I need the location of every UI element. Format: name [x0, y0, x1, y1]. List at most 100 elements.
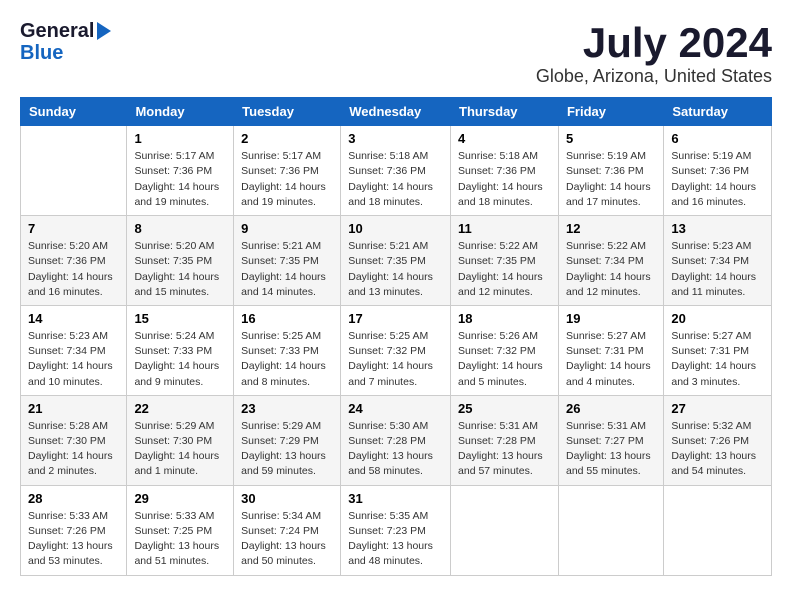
day-number: 28 — [28, 491, 119, 506]
day-number: 1 — [134, 131, 226, 146]
calendar-cell: 21 Sunrise: 5:28 AM Sunset: 7:30 PM Dayli… — [21, 395, 127, 485]
day-number: 12 — [566, 221, 656, 236]
day-number: 16 — [241, 311, 333, 326]
calendar-cell: 12Sunrise: 5:22 AM Sunset: 7:34 PM Dayli… — [558, 216, 663, 306]
day-number: 26 — [566, 401, 656, 416]
calendar-cell — [451, 485, 559, 575]
day-info: Sunrise: 5:17 AM Sunset: 7:36 PM Dayligh… — [241, 149, 333, 210]
day-info: Sunrise: 5:31 AM Sunset: 7:28 PM Dayligh… — [458, 419, 551, 480]
calendar-cell: 14 Sunrise: 5:23 AM Sunset: 7:34 PM Dayli… — [21, 305, 127, 395]
calendar-cell: 16Sunrise: 5:25 AM Sunset: 7:33 PM Dayli… — [234, 305, 341, 395]
day-info: Sunrise: 5:19 AM Sunset: 7:36 PM Dayligh… — [566, 149, 656, 210]
day-number: 5 — [566, 131, 656, 146]
day-number: 7 — [28, 221, 119, 236]
calendar-cell: 17Sunrise: 5:25 AM Sunset: 7:32 PM Dayli… — [341, 305, 451, 395]
day-number: 11 — [458, 221, 551, 236]
day-number: 29 — [134, 491, 226, 506]
day-number: 25 — [458, 401, 551, 416]
day-info: Sunrise: 5:23 AM Sunset: 7:34 PM Dayligh… — [671, 239, 764, 300]
calendar-cell: 25 Sunrise: 5:31 AM Sunset: 7:28 PM Dayli… — [451, 395, 559, 485]
day-info: Sunrise: 5:26 AM Sunset: 7:32 PM Dayligh… — [458, 329, 551, 390]
logo: General Blue — [20, 20, 111, 64]
calendar-cell: 27 Sunrise: 5:32 AM Sunset: 7:26 PM Dayli… — [664, 395, 772, 485]
day-info: Sunrise: 5:17 AM Sunset: 7:36 PM Dayligh… — [134, 149, 226, 210]
day-info: Sunrise: 5:34 AM Sunset: 7:24 PM Dayligh… — [241, 509, 333, 570]
calendar-cell: 29 Sunrise: 5:33 AM Sunset: 7:25 PM Dayli… — [127, 485, 234, 575]
day-info: Sunrise: 5:27 AM Sunset: 7:31 PM Dayligh… — [566, 329, 656, 390]
day-number: 8 — [134, 221, 226, 236]
day-info: Sunrise: 5:31 AM Sunset: 7:27 PM Dayligh… — [566, 419, 656, 480]
day-number: 22 — [134, 401, 226, 416]
calendar-cell: 8 Sunrise: 5:20 AM Sunset: 7:35 PM Daylig… — [127, 216, 234, 306]
day-number: 9 — [241, 221, 333, 236]
calendar-table: Sunday Monday Tuesday Wednesday Thursday… — [20, 97, 772, 575]
calendar-cell: 28 Sunrise: 5:33 AM Sunset: 7:26 PM Dayli… — [21, 485, 127, 575]
calendar-cell: 2 Sunrise: 5:17 AM Sunset: 7:36 PM Daylig… — [234, 126, 341, 216]
header-sunday: Sunday — [21, 98, 127, 126]
day-number: 31 — [348, 491, 443, 506]
header-saturday: Saturday — [664, 98, 772, 126]
day-number: 21 — [28, 401, 119, 416]
day-info: Sunrise: 5:18 AM Sunset: 7:36 PM Dayligh… — [348, 149, 443, 210]
calendar-cell: 4Sunrise: 5:18 AM Sunset: 7:36 PM Daylig… — [451, 126, 559, 216]
calendar-cell: 22Sunrise: 5:29 AM Sunset: 7:30 PM Dayli… — [127, 395, 234, 485]
logo-arrow-icon — [97, 22, 111, 40]
calendar-cell: 13 Sunrise: 5:23 AM Sunset: 7:34 PM Dayli… — [664, 216, 772, 306]
calendar-cell: 23 Sunrise: 5:29 AM Sunset: 7:29 PM Dayli… — [234, 395, 341, 485]
day-number: 15 — [134, 311, 226, 326]
day-info: Sunrise: 5:33 AM Sunset: 7:26 PM Dayligh… — [28, 509, 119, 570]
day-info: Sunrise: 5:21 AM Sunset: 7:35 PM Dayligh… — [348, 239, 443, 300]
day-number: 30 — [241, 491, 333, 506]
day-number: 6 — [671, 131, 764, 146]
day-number: 20 — [671, 311, 764, 326]
day-info: Sunrise: 5:24 AM Sunset: 7:33 PM Dayligh… — [134, 329, 226, 390]
day-info: Sunrise: 5:23 AM Sunset: 7:34 PM Dayligh… — [28, 329, 119, 390]
day-number: 19 — [566, 311, 656, 326]
day-info: Sunrise: 5:35 AM Sunset: 7:23 PM Dayligh… — [348, 509, 443, 570]
calendar-title: July 2024 — [536, 20, 772, 66]
calendar-cell: 18Sunrise: 5:26 AM Sunset: 7:32 PM Dayli… — [451, 305, 559, 395]
day-number: 23 — [241, 401, 333, 416]
calendar-cell — [558, 485, 663, 575]
day-info: Sunrise: 5:30 AM Sunset: 7:28 PM Dayligh… — [348, 419, 443, 480]
header-monday: Monday — [127, 98, 234, 126]
calendar-cell: 7Sunrise: 5:20 AM Sunset: 7:36 PM Daylig… — [21, 216, 127, 306]
calendar-cell: 11Sunrise: 5:22 AM Sunset: 7:35 PM Dayli… — [451, 216, 559, 306]
day-number: 2 — [241, 131, 333, 146]
day-info: Sunrise: 5:32 AM Sunset: 7:26 PM Dayligh… — [671, 419, 764, 480]
header-tuesday: Tuesday — [234, 98, 341, 126]
header-thursday: Thursday — [451, 98, 559, 126]
calendar-cell: 5 Sunrise: 5:19 AM Sunset: 7:36 PM Daylig… — [558, 126, 663, 216]
day-number: 13 — [671, 221, 764, 236]
calendar-cell: 31 Sunrise: 5:35 AM Sunset: 7:23 PM Dayli… — [341, 485, 451, 575]
calendar-cell: 20 Sunrise: 5:27 AM Sunset: 7:31 PM Dayli… — [664, 305, 772, 395]
header-friday: Friday — [558, 98, 663, 126]
calendar-week-5: 28 Sunrise: 5:33 AM Sunset: 7:26 PM Dayli… — [21, 485, 772, 575]
day-info: Sunrise: 5:19 AM Sunset: 7:36 PM Dayligh… — [671, 149, 764, 210]
calendar-cell: 24 Sunrise: 5:30 AM Sunset: 7:28 PM Dayli… — [341, 395, 451, 485]
calendar-week-4: 21 Sunrise: 5:28 AM Sunset: 7:30 PM Dayli… — [21, 395, 772, 485]
day-info: Sunrise: 5:18 AM Sunset: 7:36 PM Dayligh… — [458, 149, 551, 210]
page-header: General Blue July 2024 Globe, Arizona, U… — [20, 20, 772, 87]
day-info: Sunrise: 5:20 AM Sunset: 7:35 PM Dayligh… — [134, 239, 226, 300]
day-info: Sunrise: 5:28 AM Sunset: 7:30 PM Dayligh… — [28, 419, 119, 480]
day-info: Sunrise: 5:29 AM Sunset: 7:29 PM Dayligh… — [241, 419, 333, 480]
day-number: 24 — [348, 401, 443, 416]
day-number: 3 — [348, 131, 443, 146]
day-info: Sunrise: 5:27 AM Sunset: 7:31 PM Dayligh… — [671, 329, 764, 390]
calendar-cell: 10Sunrise: 5:21 AM Sunset: 7:35 PM Dayli… — [341, 216, 451, 306]
day-number: 14 — [28, 311, 119, 326]
logo-general-text: General — [20, 20, 94, 42]
calendar-cell: 6 Sunrise: 5:19 AM Sunset: 7:36 PM Daylig… — [664, 126, 772, 216]
calendar-cell: 19 Sunrise: 5:27 AM Sunset: 7:31 PM Dayli… — [558, 305, 663, 395]
calendar-cell: 15 Sunrise: 5:24 AM Sunset: 7:33 PM Dayli… — [127, 305, 234, 395]
calendar-cell — [21, 126, 127, 216]
header-row: Sunday Monday Tuesday Wednesday Thursday… — [21, 98, 772, 126]
day-info: Sunrise: 5:21 AM Sunset: 7:35 PM Dayligh… — [241, 239, 333, 300]
day-info: Sunrise: 5:25 AM Sunset: 7:32 PM Dayligh… — [348, 329, 443, 390]
calendar-cell: 30 Sunrise: 5:34 AM Sunset: 7:24 PM Dayli… — [234, 485, 341, 575]
day-info: Sunrise: 5:33 AM Sunset: 7:25 PM Dayligh… — [134, 509, 226, 570]
day-number: 27 — [671, 401, 764, 416]
calendar-week-1: 1 Sunrise: 5:17 AM Sunset: 7:36 PM Daylig… — [21, 126, 772, 216]
title-block: July 2024 Globe, Arizona, United States — [536, 20, 772, 87]
